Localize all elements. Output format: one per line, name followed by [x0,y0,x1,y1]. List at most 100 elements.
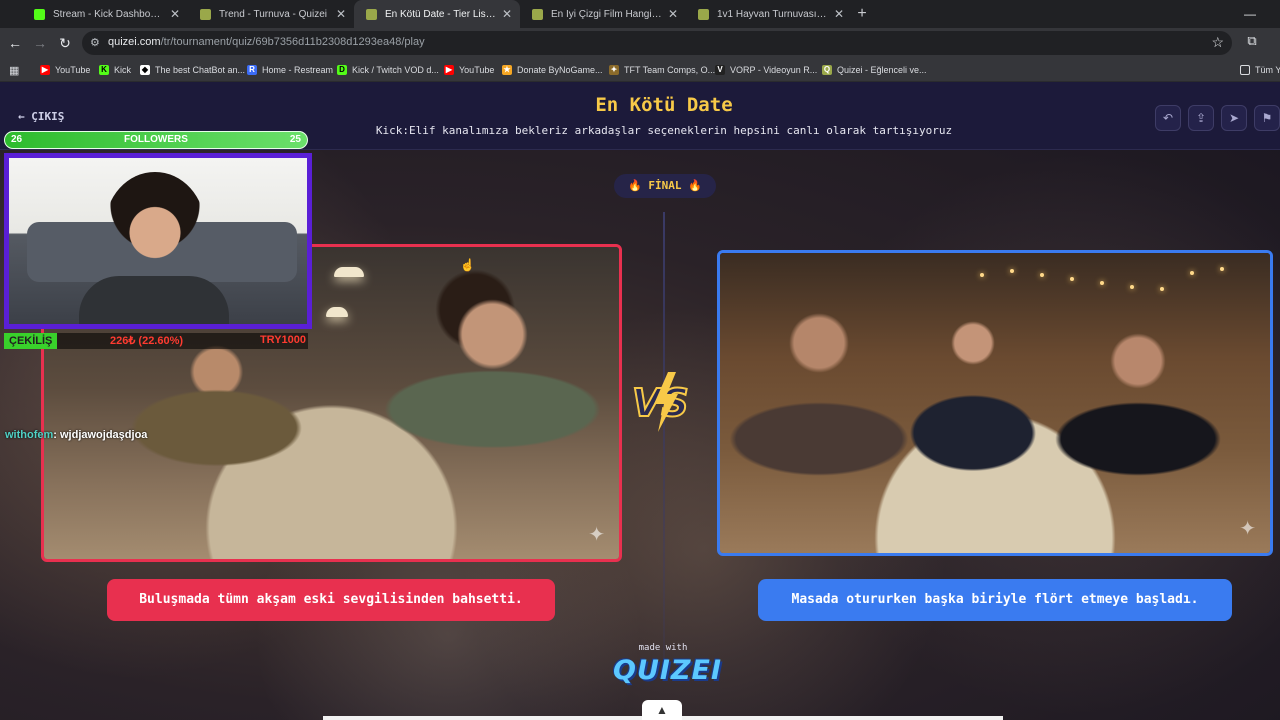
quizei-icon: Q [822,65,832,75]
quizei-icon [532,8,543,20]
tft-icon: ✦ [609,65,619,75]
chatbot-icon: ◆ [140,65,150,75]
restream-icon: R [247,65,257,75]
kick-icon [34,8,45,20]
youtube-icon: ▶ [444,65,454,75]
site-info-icon[interactable]: ⚙ [90,36,104,50]
bookmark-label: The best ChatBot an... [155,65,246,75]
made-with-label: made with [638,643,688,653]
vod-icon: D [337,65,347,75]
quizei-icon [200,8,211,20]
bookmark-star-icon[interactable]: ☆ [1211,34,1224,51]
sparkle-icon: ✦ [1239,518,1256,540]
webcam-feed [4,153,312,329]
tab-title: 1v1 Hayvan Turnuvası - Tier List [717,8,828,20]
share-button[interactable]: ⇪ [1188,105,1214,131]
close-icon[interactable]: ✕ [834,7,844,21]
bookmark-label: Quizei - Eğlenceli ve... [837,65,927,75]
folder-icon [1240,65,1250,75]
flag-icon: ⚑ [1261,111,1273,125]
quizei-logo[interactable]: QUIZEI [613,655,721,686]
bookmark-label: YouTube [55,65,91,75]
undo-icon: ↶ [1162,111,1174,125]
webcam-streamer-body [79,276,229,324]
giveaway-bar: ÇEKİLİŞ 226₺ (22.60%) TRY1000 [4,333,308,349]
option-right-image[interactable]: ✦ [717,250,1273,556]
bookmark-label: Tüm Ye [1255,65,1280,75]
address-bar: ← → ↻ ⚙ quizei.com/tr/tournament/quiz/69… [0,28,1280,58]
quizei-icon [366,8,377,20]
tab-title: Stream - Kick Dashboard [53,8,164,20]
url-field[interactable]: ⚙ quizei.com/tr/tournament/quiz/69b7356d… [82,31,1232,55]
chat-message: withofem: wjdjawojdaşdjoa [5,429,147,441]
bookmark-label: YouTube [459,65,495,75]
center-divider [663,212,665,662]
tab-trend[interactable]: Trend - Turnuva - Quizei ✕ [188,0,354,28]
versus-icon: VS [631,372,690,432]
tab-en-kotu-date[interactable]: En Kötü Date - Tier List, Kör Sıra ✕ [354,0,520,28]
giveaway-label: ÇEKİLİŞ [4,333,58,349]
chevron-up-icon[interactable]: ▲ [642,700,682,720]
kick-icon: K [99,65,109,75]
send-icon: ➤ [1228,111,1240,125]
bookmark-vorp[interactable]: V VORP - Videoyun R... [715,62,817,78]
close-icon[interactable]: ✕ [170,7,180,21]
report-button[interactable]: ⚑ [1254,105,1280,131]
url-text: quizei.com/tr/tournament/quiz/69b7356d11… [108,36,425,48]
youtube-icon: ▶ [40,65,50,75]
string-lights [720,259,1270,299]
bookmark-youtube[interactable]: ▶ YouTube [40,62,90,78]
bookmark-label: Kick / Twitch VOD d... [352,65,439,75]
apps-icon[interactable]: ▦ [9,62,19,78]
option-right-button[interactable]: Masada otururken başka biriyle flört etm… [758,579,1232,621]
forward-icon[interactable]: → [30,33,50,53]
tab-kick-dashboard[interactable]: Stream - Kick Dashboard ✕ [22,0,188,28]
bookmark-label: Kick [114,65,132,75]
option-left-button[interactable]: Buluşmada tümn akşam eski sevgilisinden … [107,579,555,621]
bookmark-label: Home - Restream [262,65,334,75]
bookmark-chatbot[interactable]: ◆ The best ChatBot an... [140,62,245,78]
bookmark-label: TFT Team Comps, O... [624,65,716,75]
url-host: quizei.com [108,36,161,48]
giveaway-amount: 226₺ (22.60%) [110,335,184,347]
minimize-button[interactable]: — [1230,0,1270,28]
quizei-icon [698,8,709,20]
bookmark-vod[interactable]: D Kick / Twitch VOD d... [337,62,439,78]
bookmark-label: Donate ByNoGame... [517,65,603,75]
reload-icon[interactable]: ↻ [55,33,75,53]
send-button[interactable]: ➤ [1221,105,1247,131]
followers-goal-bar: 26 FOLLOWERS 25 [4,131,308,149]
tab-title: En İyi Çizgi Film Hangisi? - Tier [551,8,662,20]
vorp-icon: V [715,65,725,75]
donate-icon: ★ [502,65,512,75]
mouse-cursor-icon: ☝ [460,258,475,272]
followers-label: FOLLOWERS [124,134,188,145]
webcam-streamer-head [105,172,205,282]
bookmark-all[interactable]: Tüm Ye [1240,62,1280,78]
lamp-icon [326,307,348,317]
bookmark-restream[interactable]: R Home - Restream [247,62,333,78]
close-icon[interactable]: ✕ [336,7,346,21]
bookmarks-bar: ▦ ▶ YouTube K Kick ◆ The best ChatBot an...… [0,58,1280,82]
round-badge: 🔥 FİNAL 🔥 [614,174,716,198]
tab-bar: Stream - Kick Dashboard ✕ Trend - Turnuv… [0,0,1280,28]
close-icon[interactable]: ✕ [668,7,678,21]
extensions-icon[interactable]: ⧉ [1244,33,1260,49]
tab-cizgi-film[interactable]: En İyi Çizgi Film Hangisi? - Tier ✕ [520,0,686,28]
bookmark-tft[interactable]: ✦ TFT Team Comps, O... [609,62,715,78]
tab-title: En Kötü Date - Tier List, Kör Sıra [385,8,496,20]
bookmark-youtube-2[interactable]: ▶ YouTube [444,62,494,78]
share-icon: ⇪ [1195,111,1207,125]
bookmark-kick[interactable]: K Kick [99,62,131,78]
close-icon[interactable]: ✕ [502,7,512,21]
undo-button[interactable]: ↶ [1155,105,1181,131]
back-icon[interactable]: ← [5,33,25,53]
lamp-icon [334,267,364,277]
tab-hayvan-turnuvasi[interactable]: 1v1 Hayvan Turnuvası - Tier List ✕ [686,0,852,28]
new-tab-button[interactable]: + [852,4,872,24]
bookmark-quizei[interactable]: Q Quizei - Eğlenceli ve... [822,62,927,78]
bookmark-bynogame[interactable]: ★ Donate ByNoGame... [502,62,603,78]
sparkle-icon: ✦ [588,524,605,546]
tab-title: Trend - Turnuva - Quizei [219,8,328,20]
giveaway-target: TRY1000 [259,334,306,346]
